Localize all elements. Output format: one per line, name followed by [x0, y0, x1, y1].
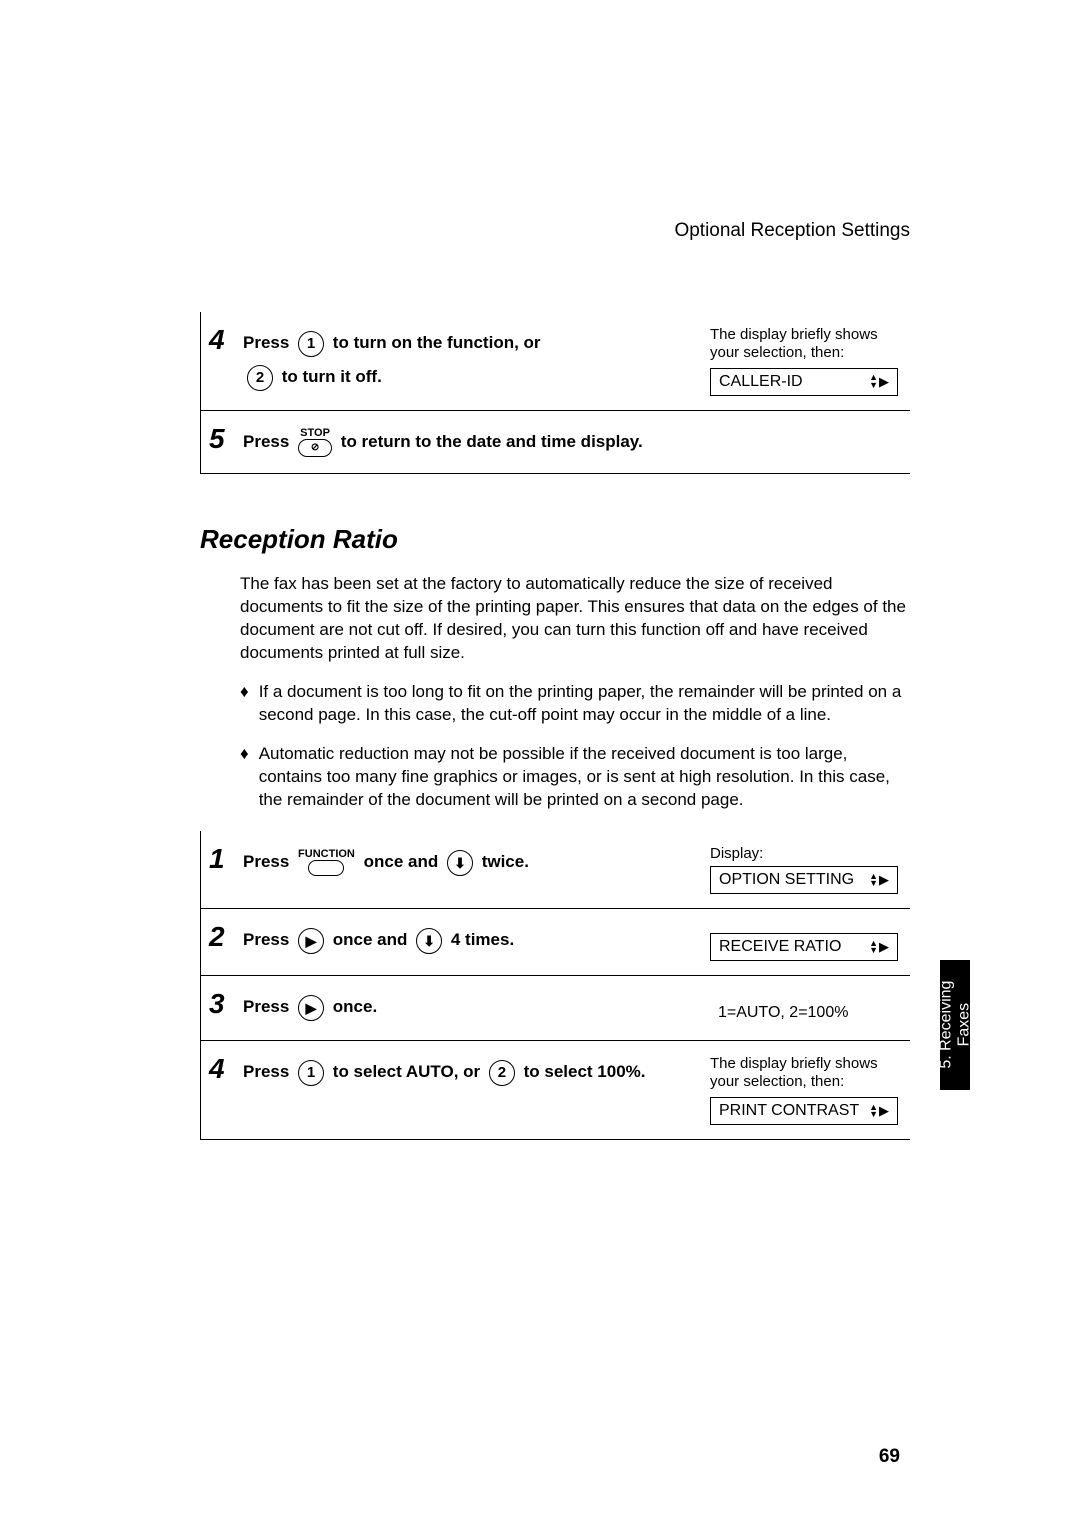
step-number: 4 [209, 1055, 243, 1125]
text: once and [333, 930, 412, 949]
text: once and [364, 852, 443, 871]
text: twice. [482, 852, 529, 871]
step-instruction: Press ▶ once. [243, 990, 710, 1024]
step-5-top: 5 Press STOP ⊘ to return to the date and… [201, 410, 910, 474]
text: to turn on the function, or [333, 333, 541, 352]
display-label: Display: [710, 845, 910, 862]
nav-arrows-icon: ▲▼ ▶ [869, 1103, 889, 1119]
nav-arrows-icon: ▲▼ ▶ [869, 374, 889, 390]
down-arrow-icon: ⬇ [416, 928, 442, 954]
lcd-display: CALLER-ID ▲▼ ▶ [710, 368, 898, 396]
display-text: OPTION SETTING [719, 871, 854, 889]
display-note: The display briefly shows your selection… [710, 326, 910, 362]
body-paragraph: The fax has been set at the factory to a… [240, 573, 910, 665]
key-2-icon: 2 [247, 365, 273, 391]
step-4-top: 4 Press 1 to turn on the function, or 2 … [201, 312, 910, 410]
step-3: 3 Press ▶ once. 1=AUTO, 2=100% [201, 975, 910, 1040]
page-number: 69 [879, 1446, 900, 1468]
section-heading: Reception Ratio [200, 524, 910, 555]
display-text: CALLER-ID [719, 373, 803, 391]
bullet-icon: ♦ [240, 681, 249, 727]
text: to turn it off. [282, 367, 382, 386]
bullet-icon: ♦ [240, 743, 249, 812]
step-4: 4 Press 1 to select AUTO, or 2 to select… [201, 1040, 910, 1140]
step-2: 2 Press ▶ once and ⬇ 4 times. RECEIVE RA… [201, 908, 910, 975]
key-2-icon: 2 [489, 1060, 515, 1086]
key-1-icon: 1 [298, 1060, 324, 1086]
side-tab-label: 5. ReceivingFaxes [937, 981, 972, 1069]
bullet-text: Automatic reduction may not be possible … [259, 743, 910, 812]
text: to return to the date and time display. [341, 432, 643, 451]
top-steps-group: 4 Press 1 to turn on the function, or 2 … [200, 312, 910, 474]
text: to select 100%. [524, 1062, 646, 1081]
step-number: 4 [209, 326, 243, 396]
step-instruction: Press ▶ once and ⬇ 4 times. [243, 923, 710, 957]
bullet-text: If a document is too long to fit on the … [259, 681, 910, 727]
text: Press [243, 930, 294, 949]
step-instruction: Press STOP ⊘ to return to the date and t… [243, 425, 910, 459]
display-text: 1=AUTO, 2=100% [710, 1000, 910, 1026]
step-number: 3 [209, 990, 243, 1026]
down-arrow-icon: ⬇ [447, 850, 473, 876]
text: once. [333, 997, 377, 1016]
lcd-display: OPTION SETTING ▲▼ ▶ [710, 866, 898, 894]
text: Press [243, 1062, 294, 1081]
bullet-item: ♦ Automatic reduction may not be possibl… [240, 743, 910, 812]
nav-arrows-icon: ▲▼ ▶ [869, 872, 889, 888]
right-arrow-icon: ▶ [298, 995, 324, 1021]
text: 4 times. [451, 930, 514, 949]
key-1-icon: 1 [298, 331, 324, 357]
text: Press [243, 852, 294, 871]
chapter-side-tab: 5. ReceivingFaxes [940, 960, 970, 1090]
text: Press [243, 333, 289, 352]
right-arrow-icon: ▶ [298, 928, 324, 954]
step-instruction: Press 1 to turn on the function, or 2 to… [243, 326, 710, 394]
steps-group: 1 Press FUNCTION once and ⬇ twice. Disp [200, 831, 910, 1140]
display-text: RECEIVE RATIO [719, 938, 841, 956]
display-note: The display briefly shows your selection… [710, 1055, 910, 1091]
step-1: 1 Press FUNCTION once and ⬇ twice. Disp [201, 831, 910, 908]
step-number: 2 [209, 923, 243, 961]
text: to select AUTO, or [333, 1062, 485, 1081]
bullet-item: ♦ If a document is too long to fit on th… [240, 681, 910, 727]
stop-key-icon: STOP ⊘ [298, 428, 332, 457]
lcd-display: PRINT CONTRAST ▲▼ ▶ [710, 1097, 898, 1125]
step-number: 5 [209, 425, 243, 459]
lcd-display: RECEIVE RATIO ▲▼ ▶ [710, 933, 898, 961]
step-instruction: Press 1 to select AUTO, or 2 to select 1… [243, 1055, 710, 1089]
display-text: PRINT CONTRAST [719, 1102, 859, 1120]
step-instruction: Press FUNCTION once and ⬇ twice. [243, 845, 710, 879]
page-header: Optional Reception Settings [200, 220, 910, 242]
text: Press [243, 997, 294, 1016]
nav-arrows-icon: ▲▼ ▶ [869, 939, 889, 955]
text: Press [243, 432, 294, 451]
function-key-icon: FUNCTION [298, 849, 355, 876]
step-number: 1 [209, 845, 243, 894]
